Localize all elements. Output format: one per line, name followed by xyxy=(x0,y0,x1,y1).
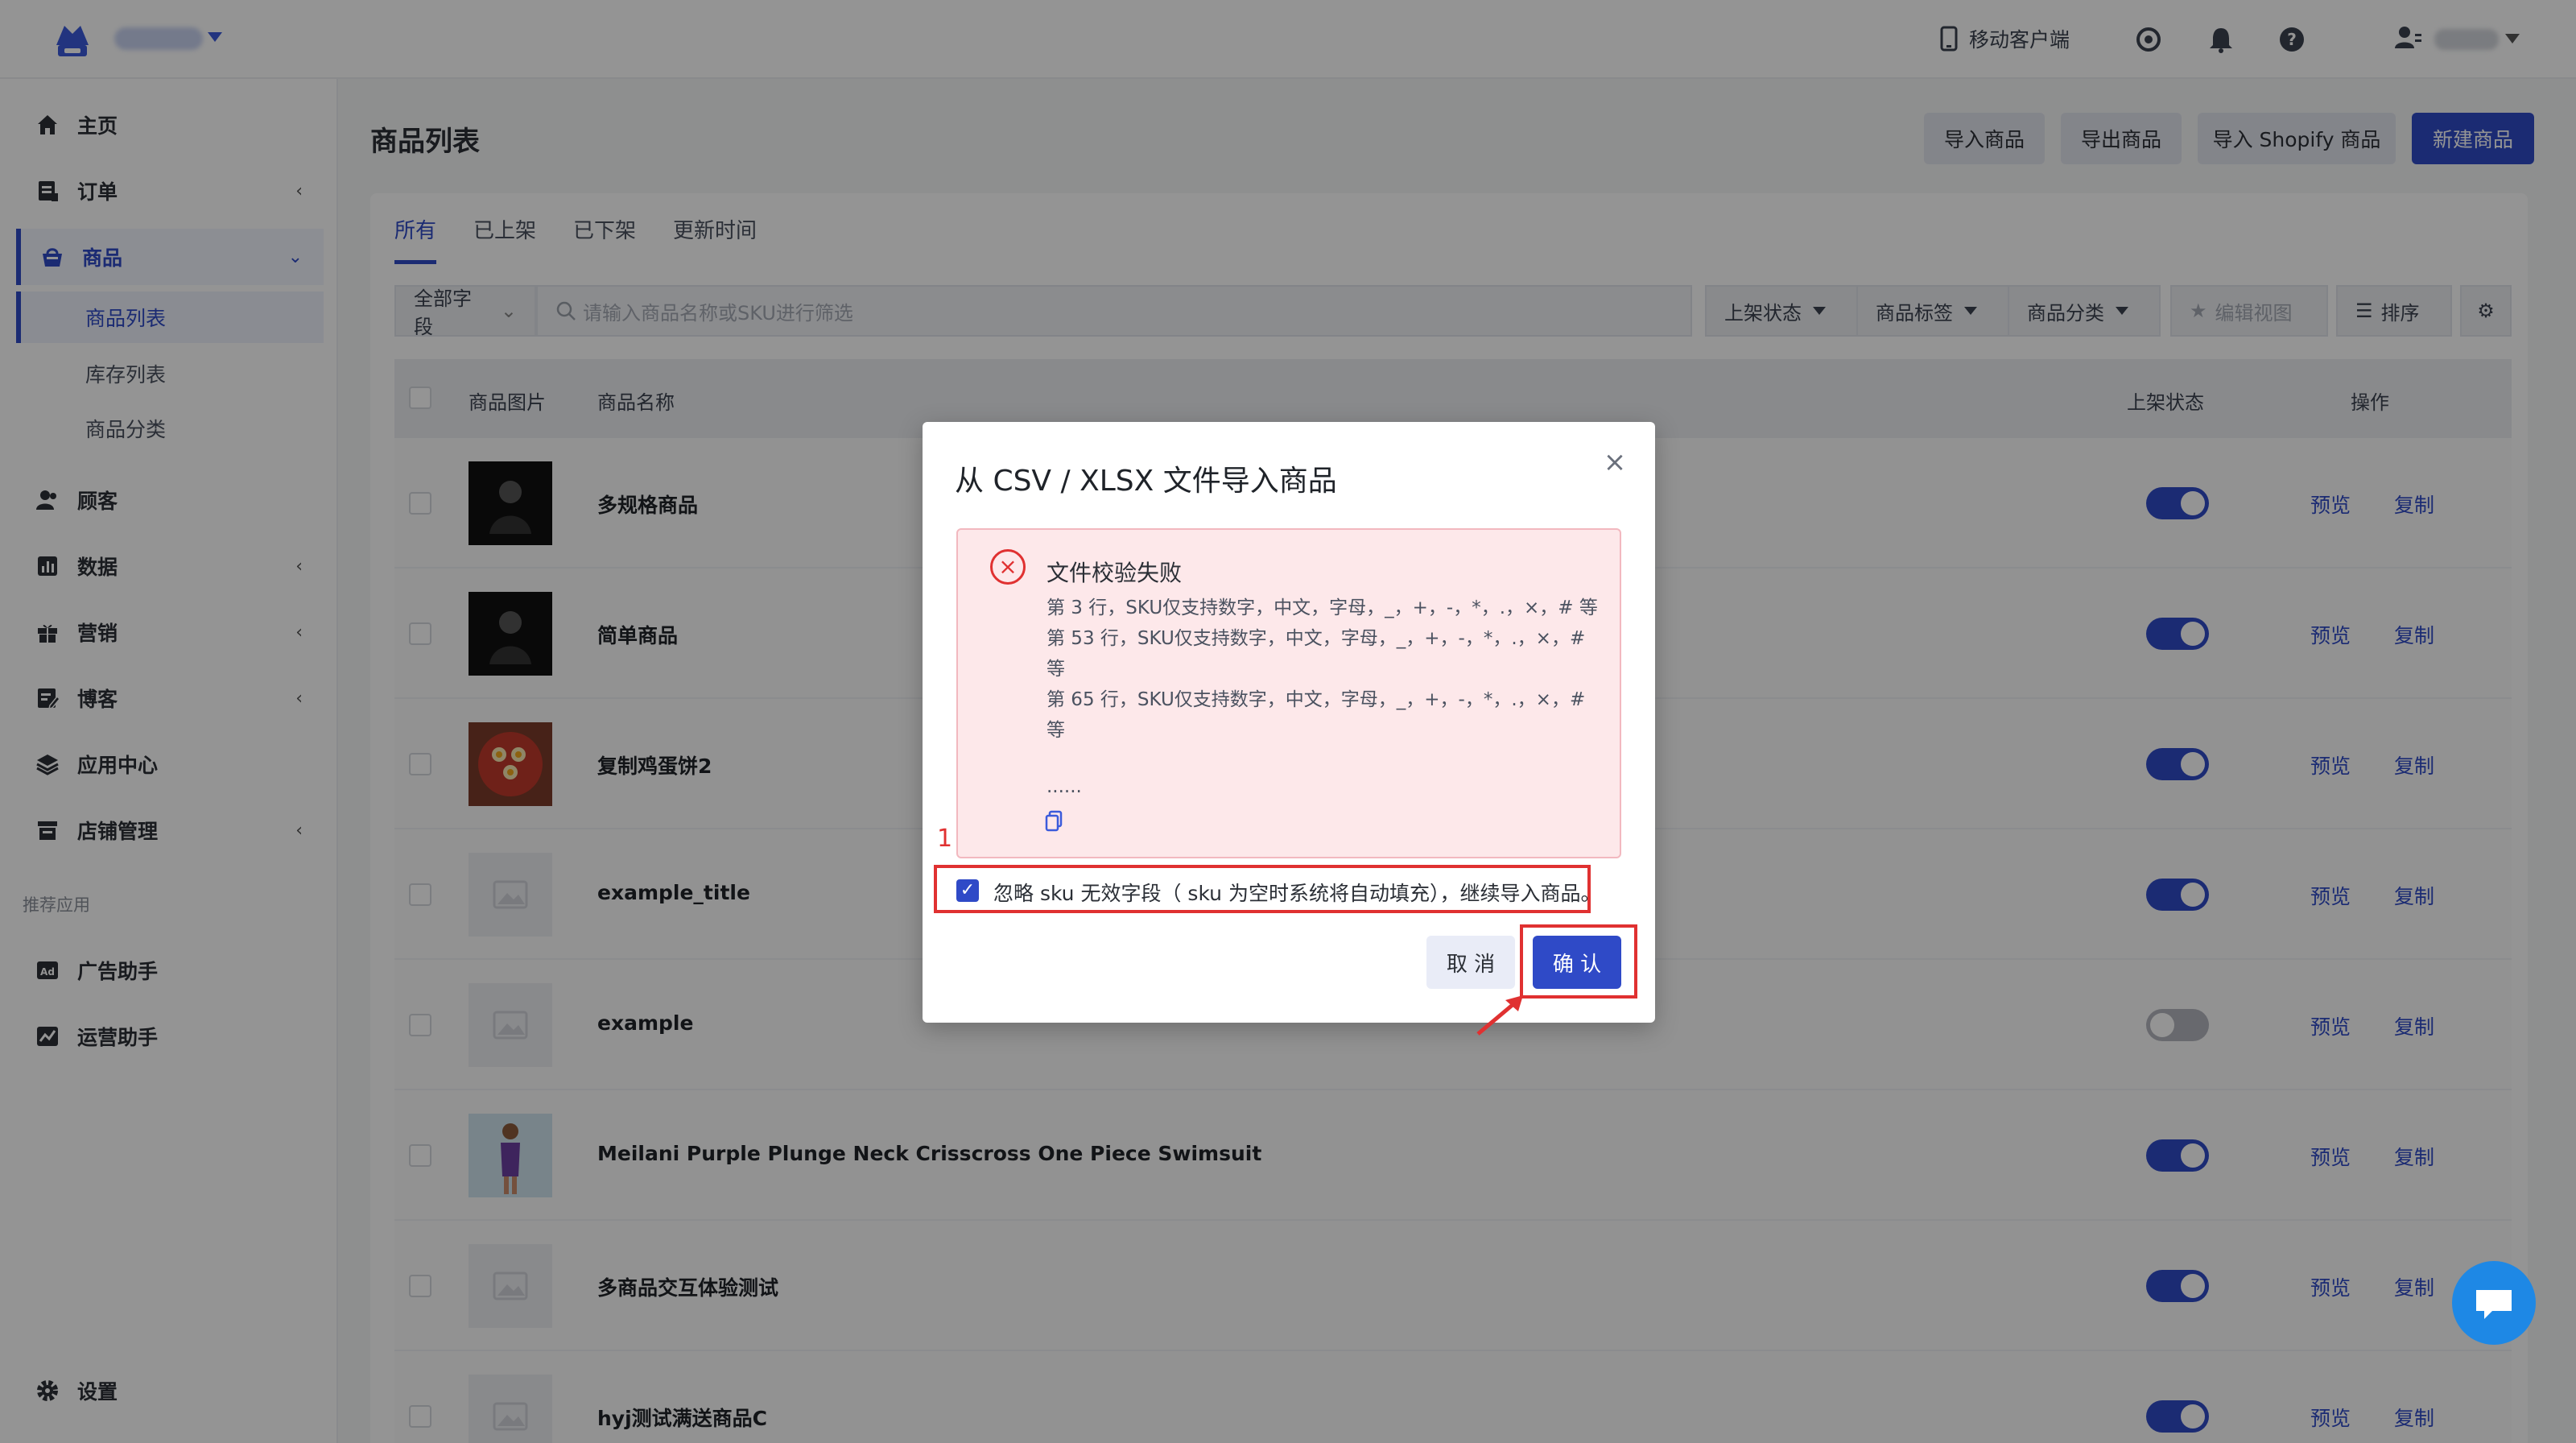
confirm-button[interactable]: 确 认 xyxy=(1533,936,1621,989)
error-circle-icon: × xyxy=(990,549,1026,585)
chat-bubble-icon xyxy=(2476,1290,2512,1319)
annotation-number: 1 xyxy=(937,825,953,853)
ignore-sku-checkbox-row[interactable]: ✓ 忽略 sku 无效字段（ sku 为空时系统将自动填充），继续导入商品。 xyxy=(934,865,1600,913)
error-line: 第 3 行，SKU仅支持数字，中文，字母，_，+，-，*，.，×，# 等 xyxy=(1046,597,1598,618)
annotation-arrow-icon xyxy=(1476,995,1523,1036)
modal-title: 从 CSV / XLSX 文件导入商品 xyxy=(955,465,1337,498)
cancel-button[interactable]: 取 消 xyxy=(1426,936,1515,989)
close-icon[interactable]: × xyxy=(1599,446,1631,478)
error-panel: × 文件校验失败 第 3 行，SKU仅支持数字，中文，字母，_，+，-，*，.，… xyxy=(956,528,1621,858)
ignore-sku-label[interactable]: 忽略 sku 无效字段（ sku 为空时系统将自动填充），继续导入商品。 xyxy=(993,878,1600,907)
ignore-sku-checkbox[interactable]: ✓ xyxy=(956,879,979,902)
error-title: 文件校验失败 xyxy=(1046,560,1183,586)
copy-icon[interactable] xyxy=(1045,810,1064,833)
chat-button[interactable] xyxy=(2452,1261,2536,1345)
error-lines: 第 3 行，SKU仅支持数字，中文，字母，_，+，-，*，.，×，# 等 第 5… xyxy=(1046,593,1602,746)
error-line: 第 65 行，SKU仅支持数字，中文，字母，_，+，-，*，.，×，# 等 xyxy=(1046,689,1586,741)
error-line: 第 53 行，SKU仅支持数字，中文，字母，_，+，-，*，.，×，# 等 xyxy=(1046,628,1586,680)
error-ellipsis: ...... xyxy=(1046,776,1082,797)
